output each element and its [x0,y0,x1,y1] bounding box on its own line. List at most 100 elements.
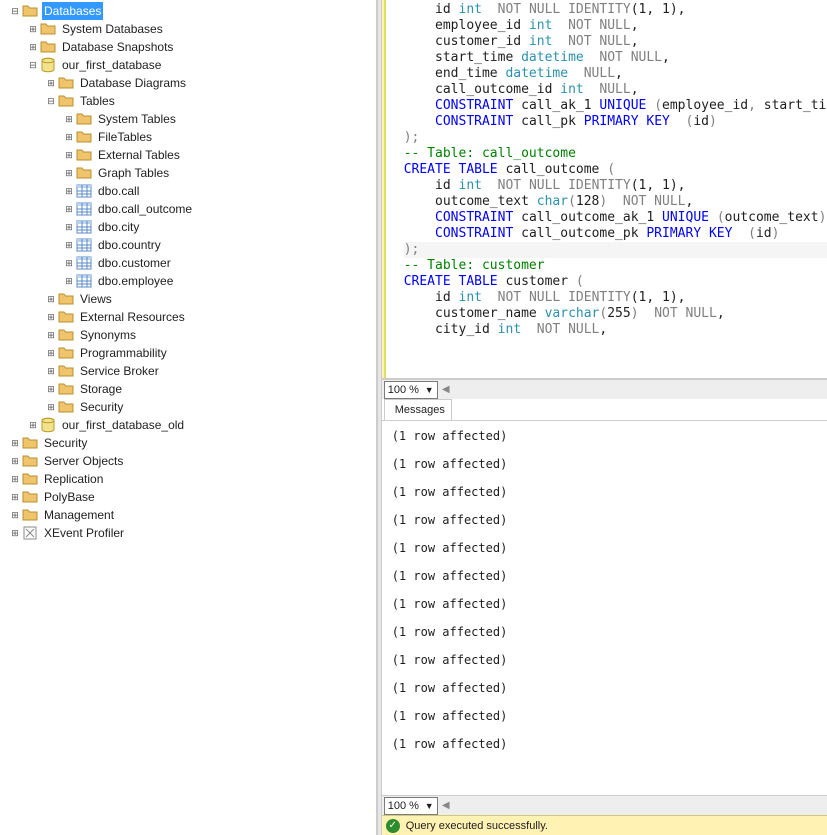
expand-toggle-icon[interactable]: ⊞ [44,382,58,396]
tree-node[interactable]: ⊞Database Diagrams [0,74,376,92]
sql-code[interactable]: id int NOT NULL IDENTITY(1, 1), employee… [398,0,827,340]
tree-node[interactable]: ⊞Security [0,434,376,452]
expand-toggle-icon[interactable]: ⊞ [62,202,76,216]
expand-toggle-icon[interactable]: ⊞ [44,76,58,90]
tree-node[interactable]: ⊞ Server Objects [0,452,376,470]
tree-node[interactable]: ⊞External Resources [0,308,376,326]
expand-toggle-icon[interactable]: ⊞ [8,454,22,468]
tree-node-label: Management [42,506,116,524]
tree-node[interactable]: ⊞System Tables [0,110,376,128]
tree-node[interactable]: ⊞dbo.city [0,218,376,236]
expand-toggle-icon[interactable]: ⊞ [44,346,58,360]
results-tab-strip: Messages [382,399,827,421]
tree-node-label: Security [78,398,125,416]
right-panel: id int NOT NULL IDENTITY(1, 1), employee… [382,0,827,835]
expand-toggle-icon[interactable]: ⊞ [26,22,40,36]
sql-editor[interactable]: id int NOT NULL IDENTITY(1, 1), employee… [382,0,827,379]
expand-toggle-icon[interactable]: ⊞ [26,40,40,54]
expand-toggle-icon[interactable]: ⊞ [62,220,76,234]
chevron-down-icon: ▼ [425,385,437,395]
tree-node[interactable]: ⊞Synonyms [0,326,376,344]
tree-node[interactable]: ⊞dbo.call [0,182,376,200]
expand-toggle-icon[interactable]: ⊞ [62,274,76,288]
tree-node-label: PolyBase [42,488,97,506]
tree-node[interactable]: ⊞ Database Snapshots [0,38,376,56]
tree-node[interactable]: ⊞Graph Tables [0,164,376,182]
expand-toggle-icon[interactable]: ⊞ [8,508,22,522]
expand-toggle-icon[interactable]: ⊞ [8,472,22,486]
tree-node-label: Server Objects [42,452,125,470]
scroll-left-icon[interactable]: ◀ [438,382,454,398]
folder-icon [58,93,74,109]
tree-node[interactable]: ⊞ dbo.customer [0,254,376,272]
tree-node[interactable]: ⊞ Management [0,506,376,524]
tree-node[interactable]: ⊞dbo.call_outcome [0,200,376,218]
expand-toggle-icon[interactable]: ⊞ [8,526,22,540]
tab-messages[interactable]: Messages [384,399,452,420]
tree-node-label: our_first_database [60,56,163,74]
expand-toggle-icon[interactable]: ⊞ [62,238,76,252]
tree-node-label: FileTables [96,128,154,146]
expand-toggle-icon[interactable]: ⊞ [44,310,58,324]
tree-node[interactable]: ⊞ PolyBase [0,488,376,506]
tree-node[interactable]: ⊞Replication [0,470,376,488]
tree-node[interactable]: ⊞ Views [0,290,376,308]
folder-icon [58,75,74,91]
expand-toggle-icon[interactable]: ⊞ [62,112,76,126]
tree-node[interactable]: ⊟ our_first_database [0,56,376,74]
expand-toggle-icon[interactable]: ⊞ [62,166,76,180]
expand-toggle-icon[interactable]: ⊞ [44,292,58,306]
tree-node[interactable]: ⊞System Databases [0,20,376,38]
scroll-left-icon[interactable]: ◀ [438,798,454,814]
expand-toggle-icon[interactable]: ⊞ [62,184,76,198]
expand-toggle-icon[interactable]: ⊞ [8,436,22,450]
expand-toggle-icon[interactable]: ⊞ [44,364,58,378]
tree-node[interactable]: ⊞ Security [0,398,376,416]
expand-toggle-icon[interactable]: ⊞ [62,256,76,270]
editor-zoom-bar: 100 % ▼ ◀ [382,379,827,399]
tree-node[interactable]: ⊞External Tables [0,146,376,164]
collapse-toggle-icon[interactable]: ⊟ [44,94,58,108]
tree-node[interactable]: ⊞dbo.country [0,236,376,254]
folder-icon [58,309,74,325]
folder-icon [76,147,92,163]
expand-toggle-icon[interactable]: ⊞ [62,148,76,162]
tree-node[interactable]: ⊞XEvent Profiler [0,524,376,542]
tree-node[interactable]: ⊟Databases [0,2,376,20]
expand-toggle-icon[interactable]: ⊞ [8,490,22,504]
tree-node[interactable]: ⊞ Storage [0,380,376,398]
folder-icon [40,21,56,37]
message-line: (1 row affected) [392,569,817,583]
tree-node-label: Database Snapshots [60,38,175,56]
object-explorer-tree[interactable]: ⊟Databases⊞System Databases⊞Database Sna… [0,0,377,835]
messages-pane[interactable]: (1 row affected) (1 row affected) (1 row a… [382,421,827,795]
tree-node[interactable]: ⊟Tables [0,92,376,110]
tree-node-label: Storage [78,380,124,398]
expand-toggle-icon[interactable]: ⊞ [44,328,58,342]
folder-icon [22,435,38,451]
tree-node-label: dbo.customer [96,254,173,272]
success-check-icon: ✓ [386,819,400,833]
message-line: (1 row affected) [392,625,817,639]
status-text: Query executed successfully. [406,820,548,832]
tree-node[interactable]: ⊞Service Broker [0,362,376,380]
expand-toggle-icon[interactable]: ⊞ [44,400,58,414]
db-icon [40,57,56,73]
collapse-toggle-icon[interactable]: ⊟ [26,58,40,72]
tree-node[interactable]: ⊞dbo.employee [0,272,376,290]
messages-zoom-dropdown[interactable]: 100 % ▼ [384,797,438,815]
folder-icon [58,291,74,307]
editor-zoom-dropdown[interactable]: 100 % ▼ [384,381,438,399]
message-line: (1 row affected) [392,485,817,499]
expand-toggle-icon[interactable]: ⊞ [62,130,76,144]
tree-node[interactable]: ⊞our_first_database_old [0,416,376,434]
tree-node[interactable]: ⊞Programmability [0,344,376,362]
collapse-toggle-icon[interactable]: ⊟ [8,4,22,18]
expand-toggle-icon[interactable]: ⊞ [26,418,40,432]
tree-node[interactable]: ⊞ FileTables [0,128,376,146]
message-line: (1 row affected) [392,513,817,527]
tab-messages-label: Messages [395,404,445,416]
folder-icon [58,327,74,343]
table-icon [76,201,92,217]
tree-node-label: Views [78,290,114,308]
